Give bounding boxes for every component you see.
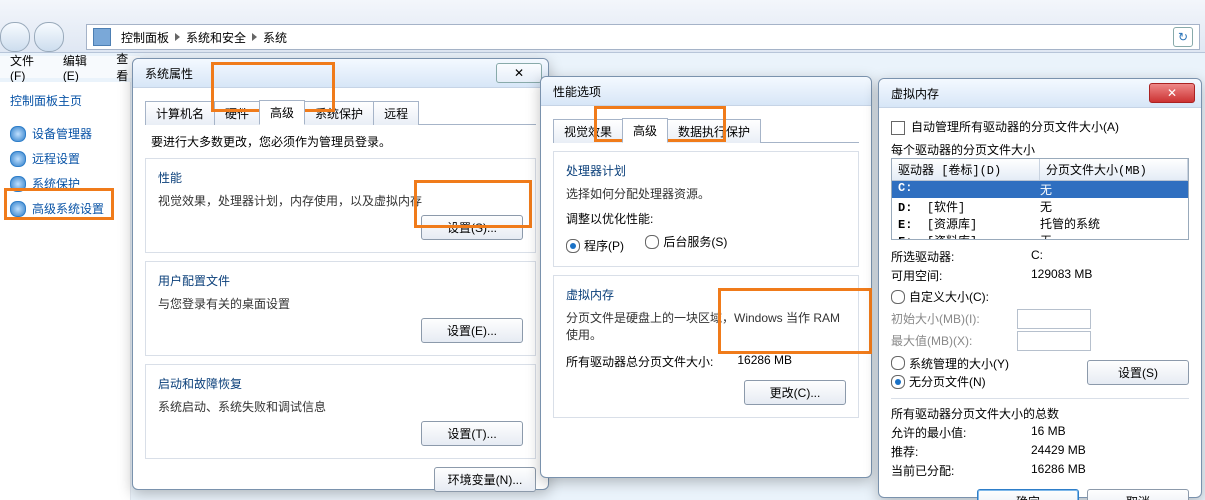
tab-system-protection[interactable]: 系统保护 xyxy=(304,101,374,125)
performance-group: 性能 视觉效果，处理器计划，内存使用，以及虚拟内存 设置(S)... xyxy=(145,158,536,253)
system-properties-dialog: 系统属性 ✕ 计算机名 硬件 高级 系统保护 远程 要进行大多数更改，您必须作为… xyxy=(132,58,549,490)
total-paging-label: 所有驱动器总分页文件大小: xyxy=(566,353,713,370)
max-size-input[interactable] xyxy=(1017,331,1091,351)
drive-row: D: [软件]无 xyxy=(892,198,1188,215)
radio-background-services[interactable]: 后台服务(S) xyxy=(645,233,727,250)
user-profile-group: 用户配置文件 与您登录有关的桌面设置 设置(E)... xyxy=(145,261,536,356)
ok-button[interactable]: 确定 xyxy=(977,489,1079,500)
radio-no-paging-file[interactable]: 无分页文件(N) xyxy=(891,373,986,390)
virtual-memory-group: 虚拟内存 分页文件是硬盘上的一块区域，Windows 当作 RAM 使用。 所有… xyxy=(553,275,859,418)
sysprops-tabs: 计算机名 硬件 高级 系统保护 远程 xyxy=(145,100,536,125)
selected-drive-value: C: xyxy=(1031,248,1043,265)
shield-icon xyxy=(10,151,26,167)
drive-row: F: [资料库]无 xyxy=(892,232,1188,240)
cur-value: 16286 MB xyxy=(1031,462,1086,479)
adjust-label: 调整以优化性能: xyxy=(566,210,846,227)
chevron-right-icon xyxy=(175,33,180,41)
menu-file[interactable]: 文件(F) xyxy=(10,52,49,83)
menu-edit[interactable]: 编辑(E) xyxy=(63,52,102,83)
dialog-title: 系统属性 xyxy=(145,65,496,82)
group-desc: 分页文件是硬盘上的一块区域，Windows 当作 RAM 使用。 xyxy=(566,309,846,343)
env-vars-button[interactable]: 环境变量(N)... xyxy=(434,467,536,492)
dialog-title: 性能选项 xyxy=(553,83,867,100)
drive-list[interactable]: 驱动器 [卷标](D)分页文件大小(MB) C: 无 D: [软件]无 E: [… xyxy=(891,158,1189,240)
nav-forward-button[interactable] xyxy=(34,22,64,52)
drive-row: E: [资源库]托管的系统 xyxy=(892,215,1188,232)
group-title: 启动和故障恢复 xyxy=(158,375,523,392)
initial-size-input[interactable] xyxy=(1017,309,1091,329)
close-button[interactable]: ✕ xyxy=(1149,83,1195,103)
tab-computer-name[interactable]: 计算机名 xyxy=(145,101,215,125)
cur-label: 当前已分配: xyxy=(891,462,991,479)
tab-remote[interactable]: 远程 xyxy=(373,101,419,125)
group-desc: 系统启动、系统失败和调试信息 xyxy=(158,398,523,415)
shield-icon xyxy=(10,126,26,142)
device-manager-link[interactable]: 设备管理器 xyxy=(0,121,130,146)
min-value: 16 MB xyxy=(1031,424,1066,441)
group-title: 虚拟内存 xyxy=(566,286,846,303)
processor-scheduling-group: 处理器计划 选择如何分配处理器资源。 调整以优化性能: 程序(P) 后台服务(S… xyxy=(553,151,859,267)
startup-recovery-group: 启动和故障恢复 系统启动、系统失败和调试信息 设置(T)... xyxy=(145,364,536,459)
tab-advanced[interactable]: 高级 xyxy=(259,100,305,125)
free-space-label: 可用空间: xyxy=(891,267,991,284)
min-label: 允许的最小值: xyxy=(891,424,991,441)
virtual-memory-dialog: 虚拟内存 ✕ 自动管理所有驱动器的分页文件大小(A) 每个驱动器的分页文件大小 … xyxy=(878,78,1202,498)
group-desc: 与您登录有关的桌面设置 xyxy=(158,295,523,312)
total-paging-value: 16286 MB xyxy=(737,353,792,370)
refresh-button[interactable]: ↻ xyxy=(1173,27,1193,47)
rec-value: 24429 MB xyxy=(1031,443,1086,460)
performance-options-dialog: 性能选项 视觉效果 高级 数据执行保护 处理器计划 选择如何分配处理器资源。 调… xyxy=(540,76,872,478)
radio-programs[interactable]: 程序(P) xyxy=(566,237,624,254)
dialog-title: 虚拟内存 xyxy=(891,85,1149,102)
remote-settings-link[interactable]: 远程设置 xyxy=(0,146,130,171)
group-title: 用户配置文件 xyxy=(158,272,523,289)
control-panel-home-link[interactable]: 控制面板主页 xyxy=(0,88,130,113)
shield-icon xyxy=(10,201,26,217)
radio-system-managed[interactable]: 系统管理的大小(Y) xyxy=(891,355,1009,372)
advanced-system-settings-link[interactable]: 高级系统设置 xyxy=(0,196,130,221)
auto-manage-label: 自动管理所有驱动器的分页文件大小(A) xyxy=(911,120,1119,134)
left-nav-pane: 控制面板主页 设备管理器 远程设置 系统保护 高级系统设置 xyxy=(0,82,131,500)
performance-settings-button[interactable]: 设置(S)... xyxy=(421,215,523,240)
menu-bar: 文件(F) 编辑(E) 查看 xyxy=(0,56,140,78)
free-space-value: 129083 MB xyxy=(1031,267,1092,284)
shield-icon xyxy=(10,176,26,192)
drive-row: C: 无 xyxy=(892,181,1188,198)
tab-visual-effects[interactable]: 视觉效果 xyxy=(553,119,623,143)
user-profile-settings-button[interactable]: 设置(E)... xyxy=(421,318,523,343)
tab-advanced[interactable]: 高级 xyxy=(622,118,668,143)
address-bar[interactable]: 控制面板 系统和安全 系统 ↻ xyxy=(86,24,1200,50)
chevron-right-icon xyxy=(252,33,257,41)
col-drive: 驱动器 [卷标](D) xyxy=(892,159,1040,180)
control-panel-icon xyxy=(93,28,111,46)
breadcrumb-item[interactable]: 系统 xyxy=(259,27,291,48)
explorer-chrome: 控制面板 系统和安全 系统 ↻ xyxy=(0,0,1205,53)
group-desc: 选择如何分配处理器资源。 xyxy=(566,185,846,202)
radio-custom-size[interactable]: 自定义大小(C): xyxy=(891,288,989,305)
tab-hardware[interactable]: 硬件 xyxy=(214,101,260,125)
breadcrumb-item[interactable]: 系统和安全 xyxy=(182,27,250,48)
cancel-button[interactable]: 取消 xyxy=(1087,489,1189,500)
change-button[interactable]: 更改(C)... xyxy=(744,380,846,405)
each-drive-label: 每个驱动器的分页文件大小 xyxy=(891,141,1189,158)
totals-header: 所有驱动器分页文件大小的总数 xyxy=(891,405,1189,422)
max-size-label: 最大值(MB)(X): xyxy=(891,332,1011,349)
group-title: 性能 xyxy=(158,169,523,186)
tab-dep[interactable]: 数据执行保护 xyxy=(667,119,761,143)
nav-back-button[interactable] xyxy=(0,22,30,52)
auto-manage-checkbox[interactable] xyxy=(891,121,905,135)
admin-notice: 要进行大多数更改，您必须作为管理员登录。 xyxy=(151,133,530,150)
perfopts-tabs: 视觉效果 高级 数据执行保护 xyxy=(553,118,859,143)
startup-settings-button[interactable]: 设置(T)... xyxy=(421,421,523,446)
group-title: 处理器计划 xyxy=(566,162,846,179)
initial-size-label: 初始大小(MB)(I): xyxy=(891,310,1011,327)
set-button[interactable]: 设置(S) xyxy=(1087,360,1189,385)
breadcrumb-item[interactable]: 控制面板 xyxy=(117,27,173,48)
group-desc: 视觉效果，处理器计划，内存使用，以及虚拟内存 xyxy=(158,192,523,209)
system-protection-link[interactable]: 系统保护 xyxy=(0,171,130,196)
rec-label: 推荐: xyxy=(891,443,991,460)
selected-drive-label: 所选驱动器: xyxy=(891,248,991,265)
close-button[interactable]: ✕ xyxy=(496,63,542,83)
col-size: 分页文件大小(MB) xyxy=(1040,159,1188,180)
